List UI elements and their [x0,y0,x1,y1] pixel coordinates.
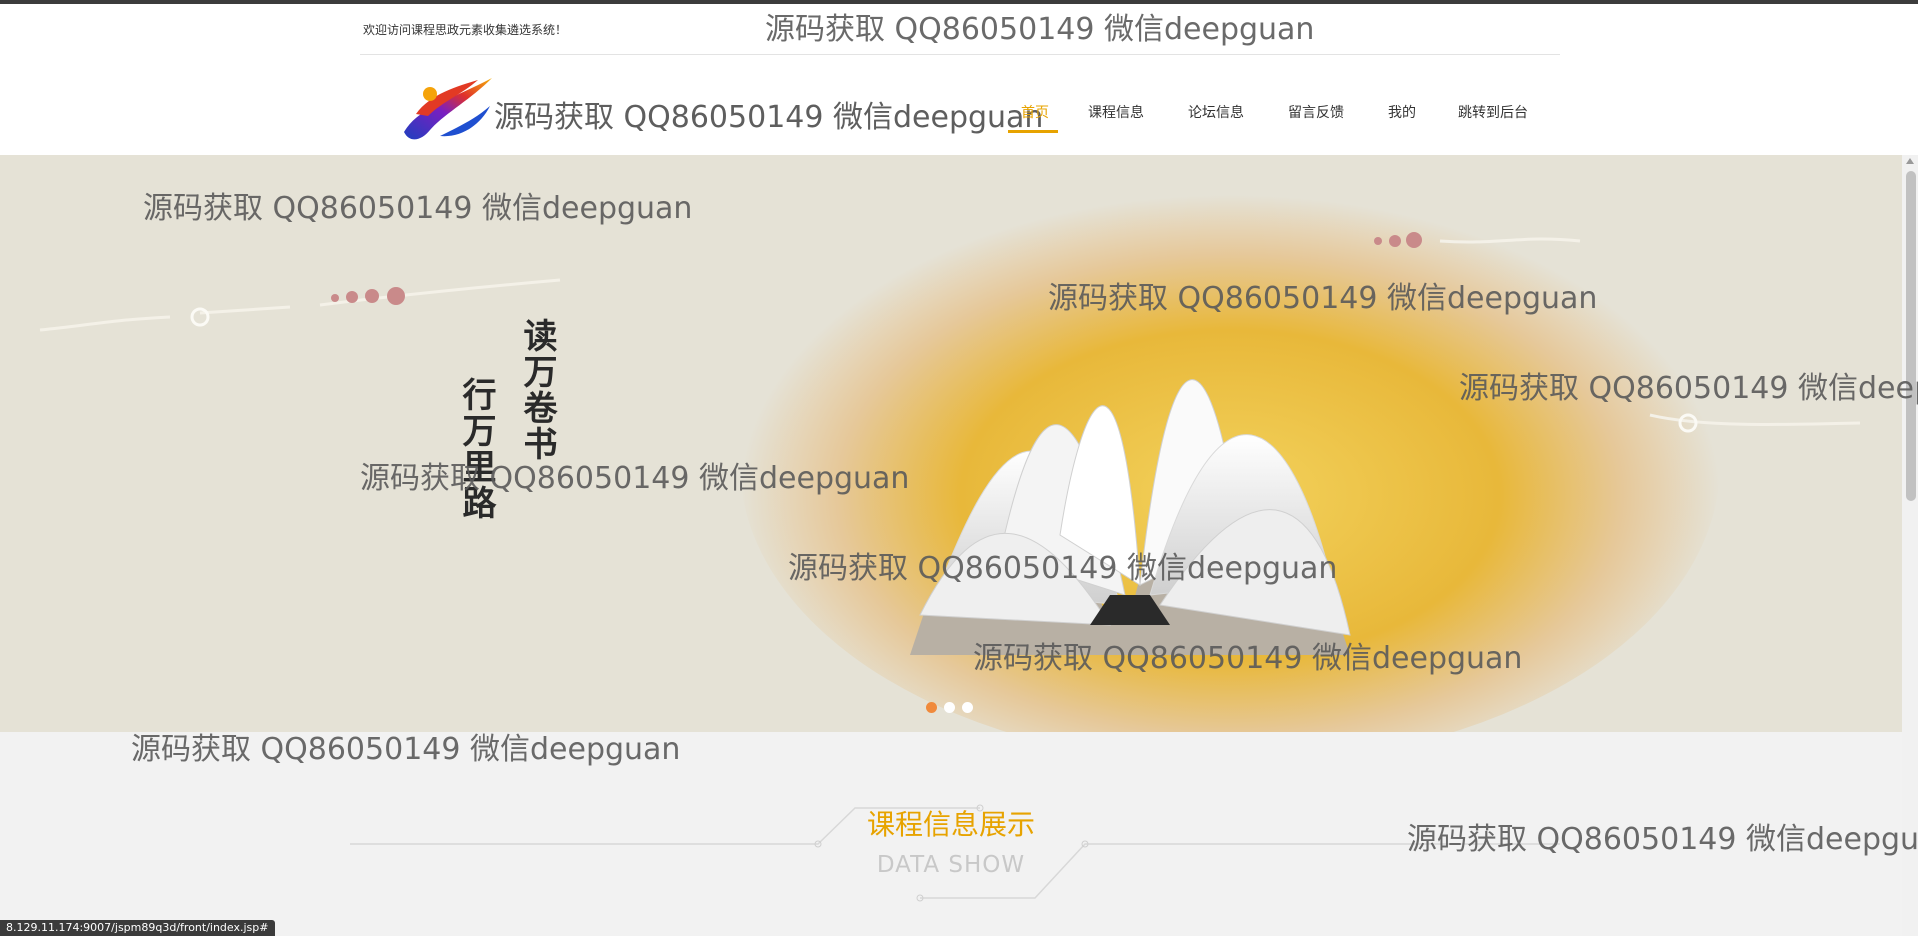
carousel-dot-2[interactable] [944,702,955,713]
welcome-divider [360,54,1560,55]
nav-forum-info[interactable]: 论坛信息 [1188,102,1244,122]
banner-illustration [39,165,1861,732]
nav-admin[interactable]: 跳转到后台 [1458,102,1528,122]
site-title: 源码获取 QQ86050149 微信deepguan [494,100,1044,135]
carousel-dot-3[interactable] [962,702,973,713]
nav-active-underline [1008,130,1058,133]
swirl-logo-icon[interactable] [400,70,496,146]
section-title: 课程信息展示 [866,808,1035,841]
page-scrollbar[interactable] [1902,155,1918,936]
welcome-text: 欢迎访问课程思政元素收集遴选系统！ [363,23,568,37]
carousel-dot-1[interactable] [926,702,937,713]
nav-course-info[interactable]: 课程信息 [1088,102,1144,122]
nav-mine[interactable]: 我的 [1388,102,1416,122]
section-subtitle: DATA SHOW [876,852,1026,878]
banner-text-read: 读万卷书 [517,318,557,462]
nav-feedback[interactable]: 留言反馈 [1288,102,1344,122]
banner-text-travel: 行万里路 [456,377,496,521]
status-bar-url: 8.129.11.174:9007/jspm89q3d/front/index.… [0,920,275,936]
nav-home[interactable]: 首页 [1021,102,1049,122]
scroll-up-arrow-icon[interactable] [1906,158,1914,164]
section-divider-decoration [350,804,1560,902]
scrollbar-thumb[interactable] [1906,171,1916,501]
site-header: 欢迎访问课程思政元素收集遴选系统！ 源码获取 QQ86050149 微信deep… [0,4,1918,155]
nav-home-label: 首页 [1021,105,1049,121]
hero-banner[interactable]: 读万卷书 行万里路 [0,155,1902,732]
